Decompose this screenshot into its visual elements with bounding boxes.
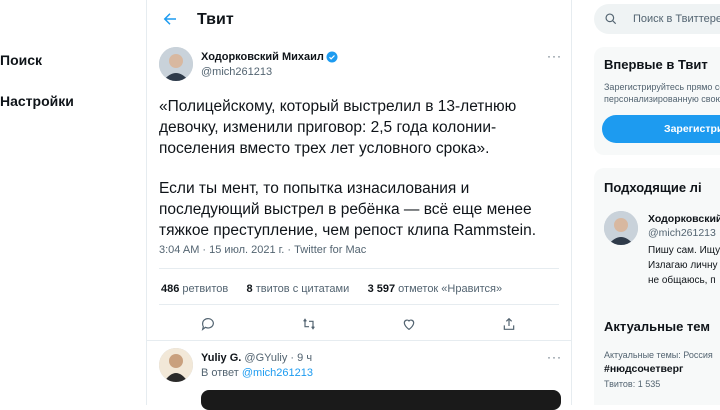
share-icon[interactable] xyxy=(501,316,517,332)
reply-author-handle[interactable]: @GYuliy · 9 ч xyxy=(244,352,312,364)
nav-settings[interactable]: Настройки xyxy=(0,93,74,109)
main-column: Твит Ходорковский Михаил @mich261213 ···… xyxy=(146,0,572,410)
signup-line-1: Зарегистрируйтесь прямо се xyxy=(604,82,720,92)
tweet-text: «Полицейскому, который выстрелил в 13-ле… xyxy=(159,96,559,260)
signup-line-2: персонализированную свою ле xyxy=(604,94,720,104)
suggested-handle[interactable]: @mich261213 xyxy=(648,227,716,239)
suggested-name[interactable]: Ходорковский xyxy=(648,213,720,225)
likes-label[interactable]: отметок «Нравится» xyxy=(398,283,502,295)
suggested-bio-2: Излагаю личну xyxy=(648,260,718,271)
reply-author: Yuliy G. @GYuliy · 9 ч xyxy=(201,352,312,364)
trend-count: Твитов: 1 535 xyxy=(604,379,661,389)
trends-card: Актуальные тем Актуальные темы: Россия #… xyxy=(594,307,720,405)
more-icon[interactable]: ··· xyxy=(547,49,562,63)
suggested-bio-1: Пишу сам. Ищу xyxy=(648,245,720,256)
who-to-follow-title: Подходящие лі xyxy=(604,180,702,195)
signup-button-label: Зарегистри xyxy=(664,123,720,135)
trend-tag[interactable]: #нюдсочетверг xyxy=(604,363,683,375)
in-reply-to: В ответ @mich261213 xyxy=(201,367,313,379)
reply-avatar[interactable] xyxy=(159,348,193,382)
retweets-label[interactable]: ретвитов xyxy=(182,283,228,295)
reply-media[interactable] xyxy=(201,390,561,410)
in-reply-handle-link[interactable]: @mich261213 xyxy=(242,367,313,379)
nav-search[interactable]: Поиск xyxy=(0,52,42,68)
signup-card: Впервые в Твит Зарегистрируйтесь прямо с… xyxy=(594,47,720,155)
divider xyxy=(159,268,559,269)
tweet-paragraph-2: Если ты мент, то попытка изнасилования и… xyxy=(159,180,537,239)
tweet-stats: 486 ретвитов 8 твитов с цитатами 3 597 о… xyxy=(161,283,502,295)
tweet-paragraph-1: «Полицейскому, который выстрелил в 13-ле… xyxy=(159,98,517,157)
retweet-icon[interactable] xyxy=(301,316,317,332)
search-input[interactable]: Поиск в Твиттере xyxy=(594,4,720,34)
like-icon[interactable] xyxy=(401,316,417,332)
suggested-avatar[interactable] xyxy=(604,211,638,245)
likes-count[interactable]: 3 597 xyxy=(368,283,396,295)
author-handle[interactable]: @mich261213 xyxy=(201,66,272,78)
back-arrow-icon[interactable] xyxy=(161,10,179,28)
in-reply-prefix: В ответ xyxy=(201,367,239,379)
tweet-meta[interactable]: 3:04 AM · 15 июл. 2021 г. · Twitter for … xyxy=(159,244,366,256)
tweet-header: Твит xyxy=(147,0,571,38)
quotes-label[interactable]: твитов с цитатами xyxy=(256,283,350,295)
divider xyxy=(147,340,571,341)
quotes-count[interactable]: 8 xyxy=(247,283,253,295)
suggested-bio-3: не общаюсь, п xyxy=(648,275,716,286)
search-placeholder: Поиск в Твиттере xyxy=(633,13,720,25)
reply-more-icon[interactable]: ··· xyxy=(547,350,562,364)
signup-title: Впервые в Твит xyxy=(604,57,708,72)
reply-icon[interactable] xyxy=(200,316,216,332)
search-icon xyxy=(605,13,617,25)
page-title: Твит xyxy=(197,11,234,28)
author-name[interactable]: Ходорковский Михаил xyxy=(201,51,324,63)
divider xyxy=(159,304,559,305)
who-to-follow-card: Подходящие лі Ходорковский @mich261213 П… xyxy=(594,168,720,328)
reply-author-name[interactable]: Yuliy G. xyxy=(201,352,241,364)
signup-button[interactable]: Зарегистри xyxy=(602,115,720,143)
verified-badge-icon xyxy=(326,51,338,63)
trend-context: Актуальные темы: Россия xyxy=(604,350,713,360)
trends-title: Актуальные тем xyxy=(604,319,710,334)
author-avatar[interactable] xyxy=(159,47,193,81)
retweets-count[interactable]: 486 xyxy=(161,283,179,295)
